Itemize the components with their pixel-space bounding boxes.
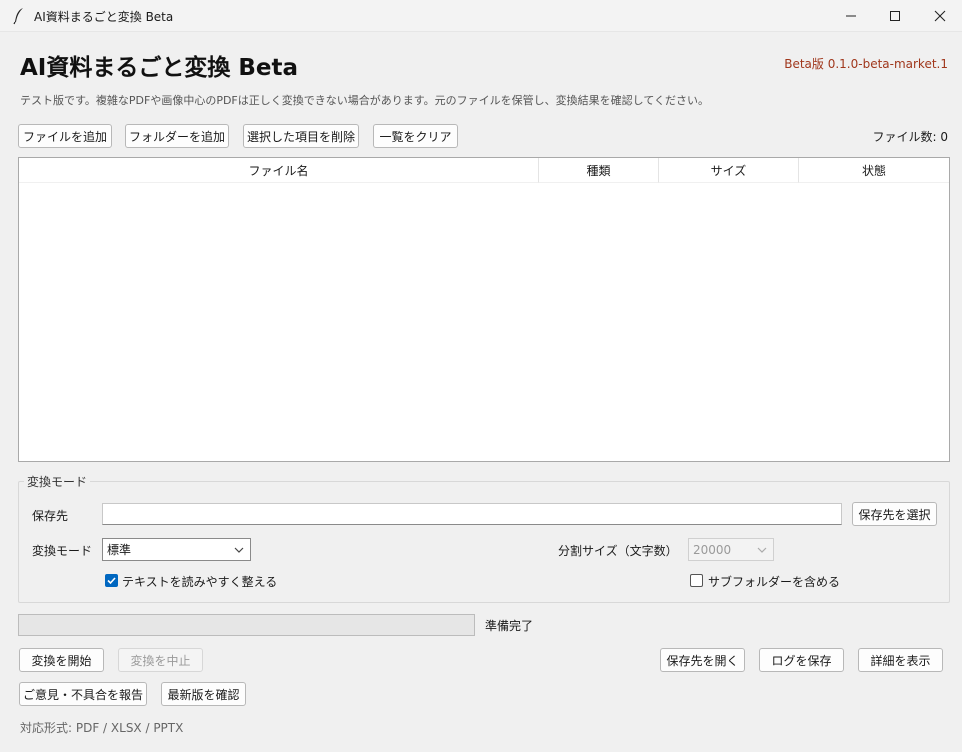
mode-select[interactable]: 標準 [102, 538, 251, 561]
include-subfolders-checkbox[interactable] [690, 574, 703, 587]
column-header-status[interactable]: 状態 [799, 158, 949, 183]
maximize-button[interactable] [872, 0, 918, 32]
app-title: AI資料まるごと変換 Beta [20, 55, 299, 81]
window-titlebar: AI資料まるごと変換 Beta [0, 0, 962, 32]
start-conversion-button[interactable]: 変換を開始 [19, 648, 104, 672]
minimize-icon [846, 15, 856, 17]
chevron-down-icon [757, 547, 767, 553]
split-size-label: 分割サイズ（文字数） [558, 544, 678, 558]
column-header-size[interactable]: サイズ [659, 158, 799, 183]
include-subfolders-label[interactable]: サブフォルダーを含める [708, 573, 840, 590]
output-folder-input[interactable] [102, 503, 842, 525]
chevron-down-icon [234, 547, 244, 553]
file-count: ファイル数: 0 [872, 130, 949, 144]
add-folder-button[interactable]: フォルダーを追加 [125, 124, 229, 148]
split-size-value: 20000 [693, 542, 732, 557]
split-size-select[interactable]: 20000 [688, 538, 774, 561]
close-icon [934, 10, 946, 22]
open-output-button[interactable]: 保存先を開く [660, 648, 745, 672]
supported-formats: 対応形式: PDF / XLSX / PPTX [20, 721, 184, 735]
choose-output-button[interactable]: 保存先を選択 [852, 502, 937, 526]
settings-group-label: 変換モード [24, 473, 91, 490]
status-text: 準備完了 [485, 619, 534, 633]
close-button[interactable] [917, 0, 962, 32]
minimize-button[interactable] [828, 0, 874, 32]
mode-select-value: 標準 [107, 543, 132, 557]
add-files-button[interactable]: ファイルを追加 [18, 124, 112, 148]
check-update-button[interactable]: 最新版を確認 [161, 682, 246, 706]
feather-icon [13, 8, 23, 25]
show-details-button[interactable]: 詳細を表示 [858, 648, 943, 672]
beta-notice: テスト版です。複雑なPDFや画像中心のPDFは正しく変換できない場合があります。… [20, 94, 709, 107]
feedback-button[interactable]: ご意見・不具合を報告 [19, 682, 147, 706]
remove-selected-button[interactable]: 選択した項目を削除 [243, 124, 359, 148]
version-label: Beta版 0.1.0-beta-market.1 [784, 57, 948, 71]
mode-label: 変換モード [32, 544, 93, 558]
maximize-icon [890, 11, 900, 21]
column-header-type[interactable]: 種類 [539, 158, 659, 183]
stop-conversion-button[interactable]: 変換を中止 [118, 648, 203, 672]
column-header-filename[interactable]: ファイル名 [19, 158, 539, 183]
checkmark-icon [107, 577, 116, 585]
output-folder-label: 保存先 [32, 509, 69, 523]
save-log-button[interactable]: ログを保存 [759, 648, 844, 672]
window-title: AI資料まるごと変換 Beta [34, 10, 174, 24]
file-table[interactable]: ファイル名 種類 サイズ 状態 [18, 157, 950, 462]
progress-bar [18, 614, 475, 636]
tidy-text-label[interactable]: テキストを読みやすく整える [122, 573, 277, 590]
tidy-text-checkbox[interactable] [105, 574, 118, 587]
table-header: ファイル名 種類 サイズ 状態 [19, 158, 949, 183]
clear-list-button[interactable]: 一覧をクリア [373, 124, 458, 148]
